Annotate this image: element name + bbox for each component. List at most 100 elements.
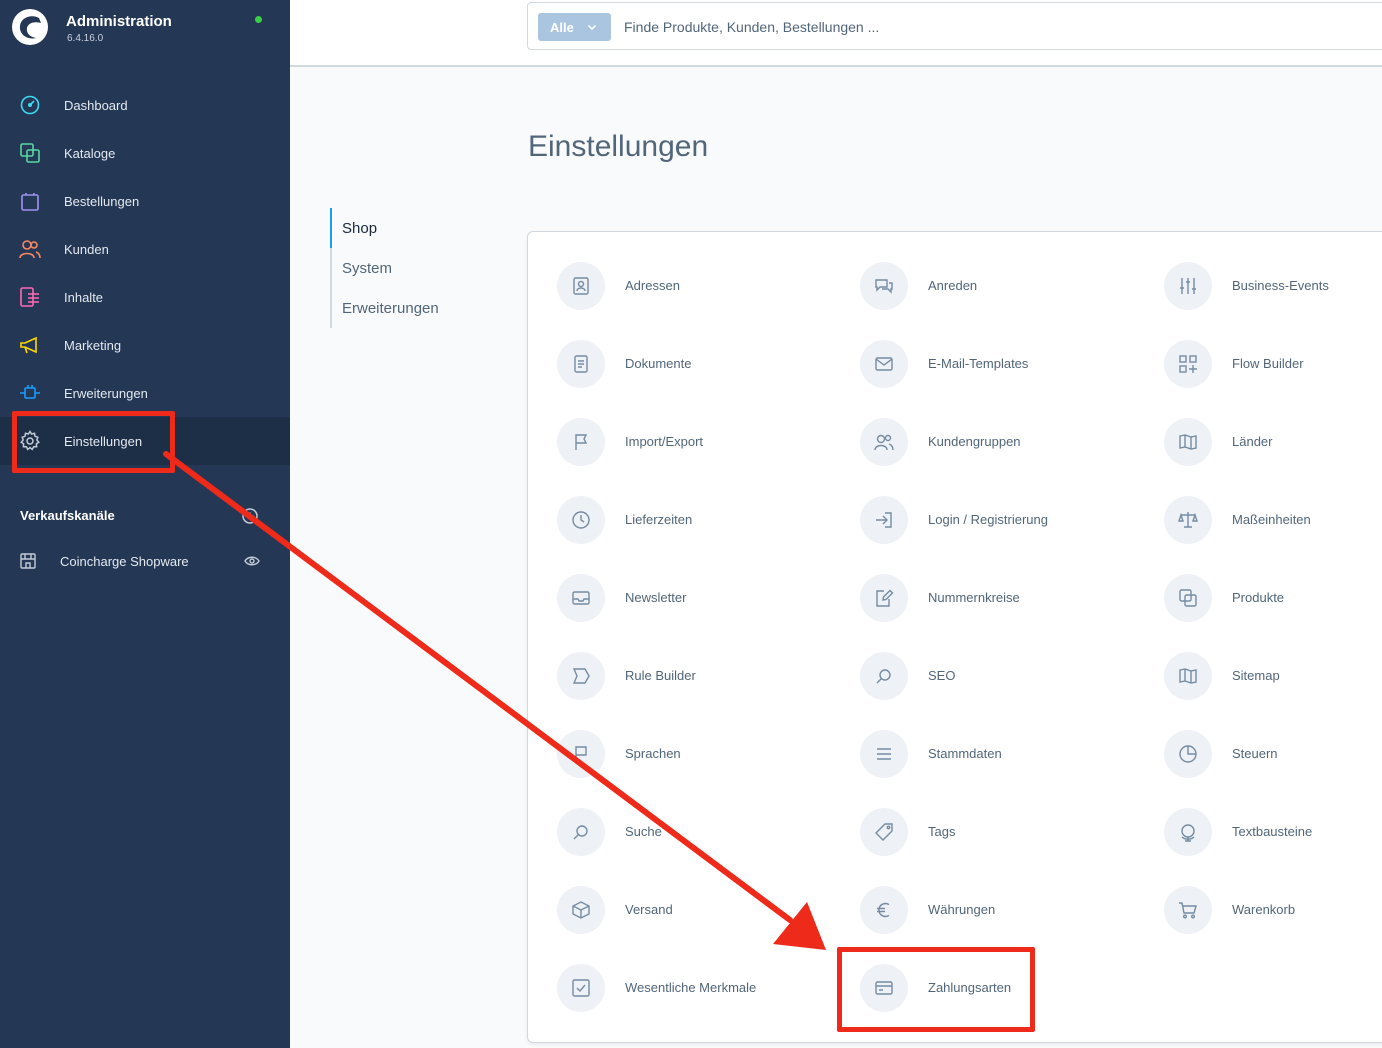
setting-label: Import/Export <box>625 434 704 449</box>
checkbox-icon <box>572 979 590 997</box>
setting-item-login-registration[interactable]: Login / Registrierung <box>860 496 1120 544</box>
flow-builder-icon <box>1179 355 1197 373</box>
clock-icon <box>572 511 590 529</box>
setting-item-salutations[interactable]: Anreden <box>860 262 1120 310</box>
setting-label: Versand <box>625 902 673 917</box>
setting-label: Suche <box>625 824 662 839</box>
page-title: Einstellungen <box>528 130 709 163</box>
sidebar-item-label: Inhalte <box>64 290 104 305</box>
setting-item-sitemap[interactable]: Sitemap <box>1164 652 1382 700</box>
sidebar-item-content[interactable]: Inhalte <box>0 273 290 321</box>
sidebar-item-label: Marketing <box>64 338 122 353</box>
setting-item-number-ranges[interactable]: Nummernkreise <box>860 574 1120 622</box>
setting-item-newsletter[interactable]: Newsletter <box>557 574 817 622</box>
edit-document-icon <box>876 589 894 607</box>
setting-label: Währungen <box>928 902 996 917</box>
shopping-cart-icon <box>1179 902 1197 919</box>
setting-item-products[interactable]: Produkte <box>1164 574 1382 622</box>
eye-icon[interactable] <box>244 555 260 567</box>
setting-item-essential-characteristics[interactable]: Wesentliche Merkmale <box>557 964 817 1012</box>
setting-item-customer-groups[interactable]: Kundengruppen <box>860 418 1120 466</box>
app-version: 6.4.16.0 <box>67 33 104 44</box>
setting-label: Adressen <box>625 278 680 293</box>
search-type-label: Alle <box>550 20 574 35</box>
settings-card: Adressen Dokumente Import/Export Lieferz… <box>527 231 1382 1043</box>
map-icon <box>1179 668 1197 684</box>
setting-item-master-data[interactable]: Stammdaten <box>860 730 1120 778</box>
setting-item-email-templates[interactable]: E-Mail-Templates <box>860 340 1120 388</box>
sales-channel-item[interactable]: Coincharge Shopware <box>0 545 290 579</box>
scale-icon <box>1178 512 1198 528</box>
setting-label: Sprachen <box>625 746 681 761</box>
shopware-logo-icon[interactable] <box>12 9 48 45</box>
tab-extensions[interactable]: Erweiterungen <box>342 300 439 317</box>
setting-item-tags[interactable]: Tags <box>860 808 1120 856</box>
flag-icon <box>575 434 588 450</box>
products-icon <box>1179 589 1197 607</box>
annotation-highlight-settings <box>12 411 175 473</box>
global-search: Alle <box>527 2 1382 50</box>
add-sales-channel-icon[interactable] <box>242 508 258 524</box>
chevron-down-icon <box>587 24 597 31</box>
search-icon <box>876 669 891 684</box>
setting-label: Login / Registrierung <box>928 512 1048 527</box>
setting-item-languages[interactable]: Sprachen <box>557 730 817 778</box>
app-title: Administration <box>66 13 172 30</box>
setting-item-search[interactable]: Suche <box>557 808 817 856</box>
setting-item-business-events[interactable]: Business-Events <box>1164 262 1382 310</box>
setting-label: Business-Events <box>1232 278 1329 293</box>
annotation-highlight-payment-methods <box>837 947 1035 1032</box>
setting-item-seo[interactable]: SEO <box>860 652 1120 700</box>
sidebar-item-label: Erweiterungen <box>64 386 148 401</box>
setting-label: Sitemap <box>1232 668 1280 683</box>
sidebar-item-catalog[interactable]: Kataloge <box>0 129 290 177</box>
extensions-icon <box>20 385 40 399</box>
setting-item-addresses[interactable]: Adressen <box>557 262 817 310</box>
setting-item-taxes[interactable]: Steuern <box>1164 730 1382 778</box>
sidebar-item-orders[interactable]: Bestellungen <box>0 177 290 225</box>
setting-label: Steuern <box>1232 746 1278 761</box>
search-input[interactable] <box>624 15 1324 39</box>
setting-label: E-Mail-Templates <box>928 356 1029 371</box>
marketing-icon <box>20 336 37 354</box>
setting-item-snippets[interactable]: Textbausteine <box>1164 808 1382 856</box>
setting-label: Warenkorb <box>1232 902 1296 917</box>
orders-icon <box>21 193 39 211</box>
euro-icon <box>877 902 890 918</box>
setting-label: Lieferzeiten <box>625 512 693 527</box>
setting-item-countries[interactable]: Länder <box>1164 418 1382 466</box>
sidebar-item-dashboard[interactable]: Dashboard <box>0 81 290 129</box>
search-type-dropdown[interactable]: Alle <box>538 13 611 41</box>
address-book-icon <box>573 277 589 295</box>
sidebar-item-extensions[interactable]: Erweiterungen <box>0 369 290 417</box>
envelope-icon <box>875 357 893 371</box>
tag-icon <box>875 823 893 841</box>
rule-builder-icon <box>572 668 590 684</box>
setting-item-delivery-times[interactable]: Lieferzeiten <box>557 496 817 544</box>
top-bar: Alle <box>290 0 1382 67</box>
setting-label: Nummernkreise <box>928 590 1020 605</box>
setting-item-units[interactable]: Maßeinheiten <box>1164 496 1382 544</box>
setting-label: Maßeinheiten <box>1232 512 1311 527</box>
setting-item-documents[interactable]: Dokumente <box>557 340 817 388</box>
tab-shop[interactable]: Shop <box>342 220 377 237</box>
users-icon <box>874 434 894 451</box>
setting-item-cart[interactable]: Warenkorb <box>1164 886 1382 934</box>
sidebar-item-customers[interactable]: Kunden <box>0 225 290 273</box>
dashboard-icon <box>20 95 40 115</box>
sign-in-icon <box>876 512 892 528</box>
content-icon <box>20 287 39 307</box>
setting-item-flow-builder[interactable]: Flow Builder <box>1164 340 1382 388</box>
setting-item-currencies[interactable]: Währungen <box>860 886 1120 934</box>
sales-channel-label: Coincharge Shopware <box>60 554 189 569</box>
setting-item-rule-builder[interactable]: Rule Builder <box>557 652 817 700</box>
tab-system[interactable]: System <box>342 260 392 277</box>
list-icon <box>877 748 891 760</box>
setting-item-shipping[interactable]: Versand <box>557 886 817 934</box>
sidebar-item-marketing[interactable]: Marketing <box>0 321 290 369</box>
setting-item-import-export[interactable]: Import/Export <box>557 418 817 466</box>
online-status-dot <box>255 16 262 23</box>
sidebar-item-label: Kunden <box>64 242 109 257</box>
setting-label: Rule Builder <box>625 668 696 683</box>
setting-label: SEO <box>928 668 956 683</box>
